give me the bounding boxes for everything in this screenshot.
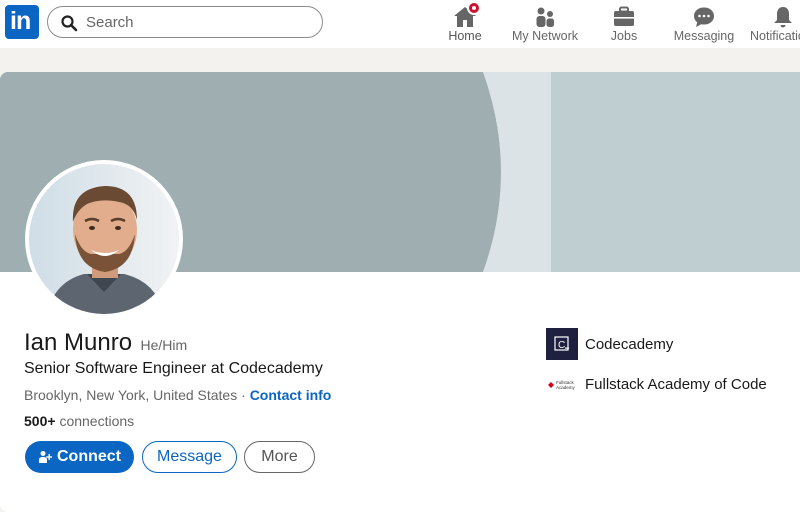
nav-jobs[interactable]: Jobs — [600, 0, 648, 48]
name-row: Ian Munro He/Him — [24, 329, 187, 357]
fullstack-academy-logo: Fullstack Academy — [546, 378, 580, 392]
nav-my-network[interactable]: My Network — [505, 0, 585, 48]
nav-my-network-label: My Network — [512, 29, 578, 43]
logo-text: in — [10, 7, 31, 35]
nav-home[interactable]: Home — [440, 0, 490, 48]
top-navigation: in Home My Network Jobs — [0, 0, 800, 48]
add-person-icon — [39, 451, 52, 463]
more-button-label: More — [261, 448, 298, 465]
experience-name: Fullstack Academy of Code — [585, 376, 767, 393]
nav-notifications[interactable]: Notifications — [750, 0, 800, 48]
profile-card: Ian Munro He/Him Senior Software Enginee… — [0, 72, 800, 512]
connections-count[interactable]: 500+ connections — [24, 413, 134, 429]
notifications-icon — [774, 7, 792, 28]
messaging-icon — [694, 7, 714, 27]
more-button[interactable]: More — [244, 441, 315, 473]
message-button-label: Message — [157, 448, 222, 465]
nav-jobs-label: Jobs — [610, 29, 638, 43]
profile-photo[interactable] — [25, 160, 183, 318]
experience-name: Codecademy — [585, 336, 674, 353]
profile-photo-image — [29, 164, 179, 314]
profile-pronouns: He/Him — [140, 337, 188, 353]
svg-text:Academy: Academy — [556, 385, 576, 390]
my-network-icon — [536, 7, 554, 27]
connections-label: connections — [59, 413, 135, 429]
svg-text:C: C — [558, 340, 565, 351]
connect-button[interactable]: Connect — [25, 441, 134, 473]
profile-location: Brooklyn, New York, United States — [24, 387, 238, 403]
message-button[interactable]: Message — [142, 441, 237, 473]
separator: · — [241, 387, 246, 403]
search-icon — [61, 15, 78, 32]
location-row: Brooklyn, New York, United States · Cont… — [24, 387, 331, 403]
connect-button-label: Connect — [57, 448, 121, 465]
profile-headline: Senior Software Engineer at Codecademy — [24, 360, 323, 377]
codecademy-logo: C — [546, 328, 578, 360]
jobs-icon — [614, 6, 634, 26]
contact-info-link[interactable]: Contact info — [250, 387, 332, 403]
profile-name: Ian Munro — [24, 329, 133, 356]
connections-number: 500+ — [24, 413, 56, 429]
search-box[interactable] — [47, 6, 323, 38]
nav-messaging[interactable]: Messaging — [673, 0, 735, 48]
linkedin-logo[interactable]: in — [5, 5, 39, 39]
nav-home-label: Home — [448, 29, 482, 43]
notification-badge — [467, 1, 481, 15]
search-input[interactable] — [86, 7, 306, 37]
nav-notifications-label: Notifications — [750, 29, 800, 43]
nav-messaging-label: Messaging — [673, 29, 735, 43]
